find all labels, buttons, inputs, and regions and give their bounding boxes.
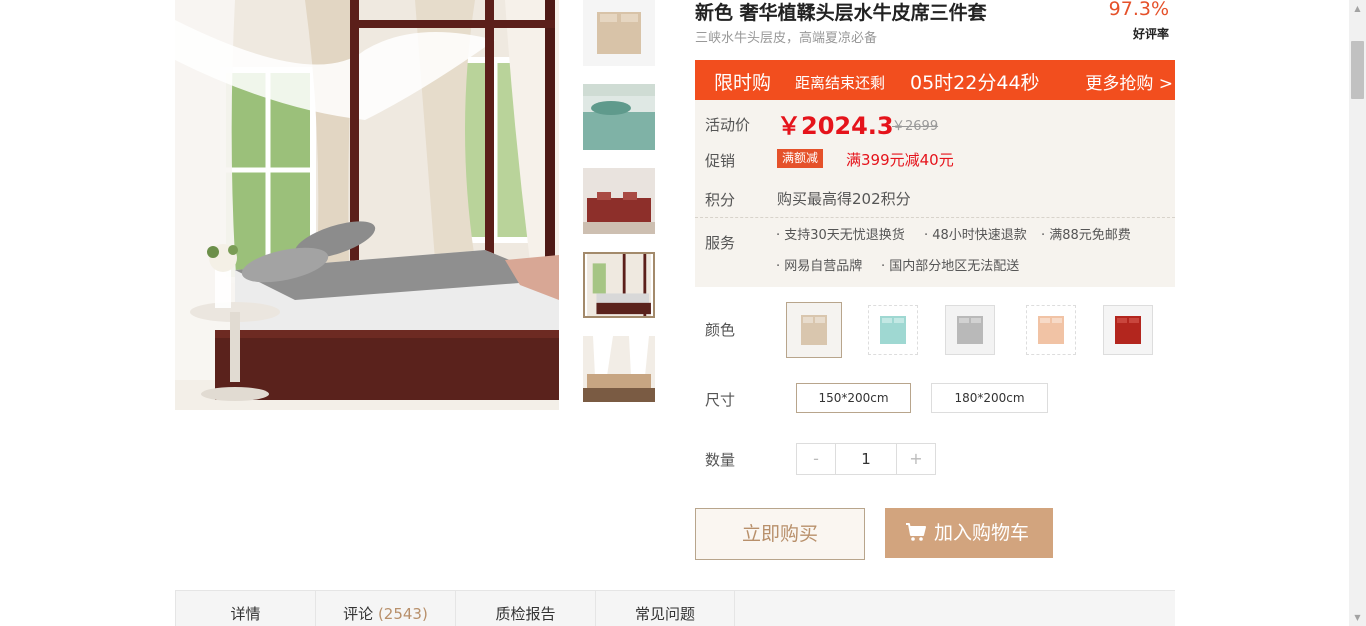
promotion-label: 促销 [705,152,736,170]
product-page: 新色 奢华植鞣头层水牛皮席三件套 三峡水牛头层皮，高端夏凉必备 97.3% 好评… [0,0,1366,626]
tab-quality-report[interactable]: 质检报告 [455,591,595,626]
main-product-image [175,0,559,410]
vertical-scrollbar[interactable]: ▲ ▼ [1349,0,1366,626]
quantity-decrease-button[interactable]: - [797,444,835,474]
promotion-tag: 满额减 [777,149,824,168]
service-item-delivery-limit: · 国内部分地区无法配送 [881,259,1020,274]
service-item-free-shipping: · 满88元免邮费 [1041,228,1131,243]
original-price: ￥2699 [892,119,939,134]
tab-details-label: 详情 [230,605,261,623]
tab-reviews-label: 评论 [343,605,374,623]
more-flash-sales-link[interactable]: 更多抢购 > [1085,69,1173,94]
countdown-timer: 05时22分44秒 [910,72,1040,94]
add-to-cart-label: 加入购物车 [934,522,1030,544]
scroll-down-arrow-icon[interactable]: ▼ [1349,609,1366,626]
color-option-grey[interactable] [945,305,995,355]
tab-reviews[interactable]: 评论 (2543) [315,591,455,626]
color-label: 颜色 [705,321,736,339]
product-subtitle: 三峡水牛头层皮，高端夏凉必备 [695,31,878,46]
quantity-input[interactable] [835,444,897,474]
buy-now-button[interactable]: 立即购买 [695,508,865,560]
service-divider [695,217,1175,218]
tab-quality-report-label: 质检报告 [495,605,556,623]
tab-faq[interactable]: 常见问题 [595,591,735,626]
tab-faq-label: 常见问题 [634,605,695,623]
service-item-brand: · 网易自营品牌 [776,259,863,274]
points-text: 购买最高得202积分 [777,190,911,208]
tab-details[interactable]: 详情 [175,591,315,626]
countdown-label: 距离结束还剩 [795,74,886,92]
rating-value: 97.3% [1108,0,1169,20]
color-option-red[interactable] [1103,305,1153,355]
thumbnail-beige-set[interactable] [583,0,655,66]
product-title: 新色 奢华植鞣头层水牛皮席三件套 [695,2,987,24]
thumbnail-red-bed[interactable] [583,168,655,234]
service-item-refund: · 48小时快速退款 [924,228,1027,243]
current-price: ￥2024.3 [777,112,894,140]
scroll-up-arrow-icon[interactable]: ▲ [1349,0,1366,17]
color-option-peach[interactable] [1026,305,1076,355]
size-option-150x200[interactable]: 150*200cm [796,383,911,413]
quantity-label: 数量 [705,451,736,469]
thumbnail-canopy-bed[interactable] [583,252,655,318]
points-label: 积分 [705,191,736,209]
thumbnail-green-bed[interactable] [583,84,655,150]
promotion-text: 满399元减40元 [846,151,954,169]
review-count: (2543) [377,605,428,623]
detail-tabs: 详情 评论 (2543) 质检报告 常见问题 [175,590,1175,626]
scrollbar-thumb[interactable] [1351,41,1364,99]
add-to-cart-button[interactable]: 加入购物车 [885,508,1053,558]
size-label: 尺寸 [705,391,736,409]
flash-sale-title: 限时购 [714,72,772,94]
rating-block: 97.3% 好评率 [1109,0,1169,42]
quantity-stepper: - + [796,443,936,475]
cart-icon [906,523,926,541]
color-option-aqua[interactable] [868,305,918,355]
rating-label: 好评率 [1132,27,1169,41]
color-option-beige[interactable] [786,302,842,358]
price-panel: 活动价 ￥2024.3 ￥2699 促销 满额减 满399元减40元 积分 购买… [695,100,1175,287]
service-item-returns: · 支持30天无忧退换货 [776,228,905,243]
service-label: 服务 [705,234,736,252]
flash-sale-bar: 限时购 距离结束还剩 05时22分44秒 更多抢购 > [695,60,1175,100]
quantity-increase-button[interactable]: + [897,444,935,474]
price-label: 活动价 [705,116,751,134]
thumbnail-tan-bed[interactable] [583,336,655,402]
size-option-180x200[interactable]: 180*200cm [931,383,1048,413]
